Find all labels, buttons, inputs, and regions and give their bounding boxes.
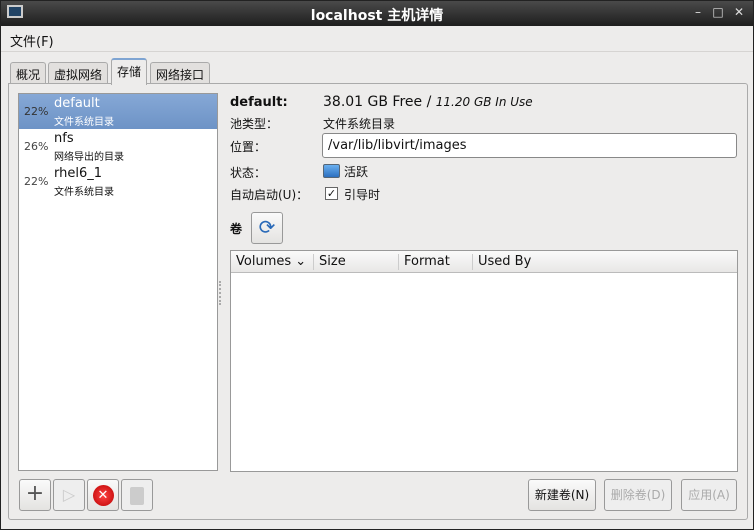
pool-list[interactable]: 22% default 文件系统目录 26% nfs 网络导出的目录 22% r… [18,93,218,471]
tab-virtual-networks[interactable]: 虚拟网络 [48,62,109,84]
volumes-label: 卷 [230,222,243,236]
stop-pool-button[interactable]: ✕ [87,479,119,511]
stop-icon: ✕ [92,485,114,506]
trash-icon [130,487,144,505]
pool-type-label: 池类型： [230,117,279,131]
pool-capacity: 38.01 GB Free / 11.20 GB In Use [323,94,533,110]
pool-usage: 26% [24,140,49,153]
capacity-separator: / [422,94,436,110]
free-space: 38.01 GB Free [323,94,423,110]
menu-bar: 文件(F) [1,26,753,52]
volume-table-header: Volumes ⌄ Size Format Used By [231,251,737,273]
column-format[interactable]: Format [404,254,450,270]
new-volume-button[interactable]: 新建卷(N) [528,479,596,511]
minimize-button[interactable]: – [691,5,705,19]
pool-usage: 22% [24,175,49,188]
add-pool-button[interactable]: + [19,479,51,511]
pool-type: 网络导出的目录 [54,152,124,163]
column-size[interactable]: Size [319,254,346,270]
chevron-down-icon: ⌄ [295,254,307,269]
start-pool-button[interactable]: ▷ [53,479,85,511]
play-icon: ▷ [62,485,76,504]
autostart-value: 引导时 [344,188,381,202]
pool-item-rhel6-1[interactable]: 22% rhel6_1 文件系统目录 [19,164,217,199]
delete-volume-button[interactable]: 删除卷(D) [604,479,672,511]
in-use-space: 11.20 GB In Use [435,95,533,109]
active-state-icon [323,164,340,178]
tab-network-interfaces[interactable]: 网络接口 [150,62,211,84]
maximize-button[interactable]: □ [711,5,725,19]
autostart-checkbox[interactable]: ✓ [325,187,338,200]
apply-button[interactable]: 应用(A) [681,479,737,511]
location-label: 位置： [230,140,267,154]
pool-name: default [54,96,100,111]
pane-resize-handle[interactable] [219,281,221,305]
pool-item-default[interactable]: 22% default 文件系统目录 [19,94,217,129]
column-volumes-label: Volumes [236,254,292,269]
plus-icon: + [25,481,45,506]
pool-title: default: [230,95,288,110]
location-field[interactable]: /var/lib/libvirt/images [322,133,737,158]
column-separator [398,254,399,270]
tab-overview[interactable]: 概况 [10,62,47,84]
menu-file[interactable]: 文件(F) [10,31,54,50]
pool-type-value: 文件系统目录 [323,117,396,131]
pool-usage: 22% [24,105,49,118]
pool-type: 文件系统目录 [54,117,114,128]
column-separator [472,254,473,270]
pool-item-nfs[interactable]: 26% nfs 网络导出的目录 [19,129,217,164]
pool-name: nfs [54,131,74,146]
title-bar: localhost 主机详情 – □ ✕ [1,1,753,26]
pool-name: rhel6_1 [54,166,103,181]
close-button[interactable]: ✕ [732,5,746,19]
refresh-icon: ⟳ [258,215,276,239]
column-separator [313,254,314,270]
pool-type: 文件系统目录 [54,187,114,198]
tab-storage[interactable]: 存储 [111,58,148,85]
refresh-button[interactable]: ⟳ [251,212,283,244]
column-volumes[interactable]: Volumes ⌄ [236,254,306,270]
window-title: localhost 主机详情 [310,8,444,24]
column-used-by[interactable]: Used By [478,254,531,270]
volume-table[interactable]: Volumes ⌄ Size Format Used By [230,250,738,472]
autostart-label: 自动启动(U)： [230,188,309,202]
delete-pool-button[interactable] [121,479,153,511]
state-value: 活跃 [344,165,369,179]
state-label: 状态： [230,166,267,180]
